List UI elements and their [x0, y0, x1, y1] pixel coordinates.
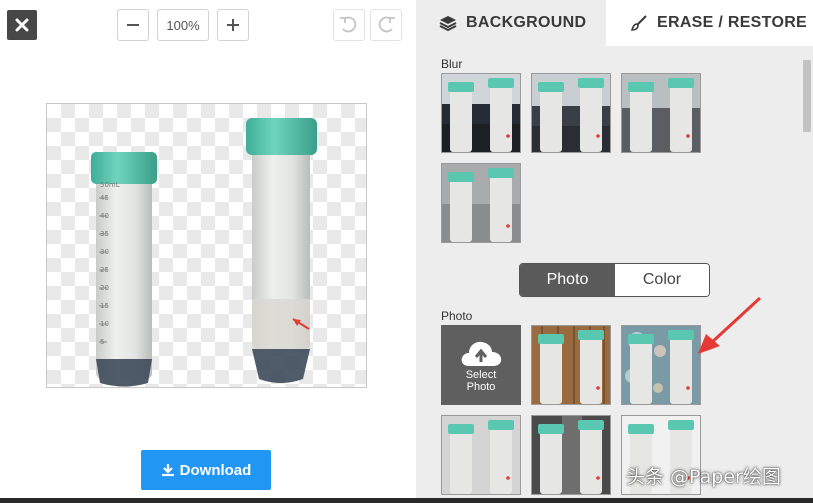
- undo-button[interactable]: [333, 9, 365, 41]
- scale-label: 35: [100, 230, 109, 238]
- photo-option-dark[interactable]: [531, 415, 611, 495]
- brush-icon: [630, 15, 647, 31]
- plus-icon: [227, 19, 239, 31]
- tab-erase-restore[interactable]: ERASE / RESTORE: [606, 0, 813, 46]
- download-icon: [161, 464, 174, 477]
- zoom-out-button[interactable]: [117, 9, 149, 41]
- select-photo-label-line1: Select: [465, 369, 497, 381]
- scale-label: 50mL: [100, 181, 120, 189]
- zoom-in-button[interactable]: [217, 9, 249, 41]
- blur-option-low[interactable]: [531, 73, 611, 153]
- toggle-photo[interactable]: Photo: [520, 264, 615, 296]
- tab-background[interactable]: BACKGROUND: [416, 0, 606, 46]
- bottom-bar: [0, 498, 813, 503]
- select-photo-button[interactable]: Select Photo: [441, 325, 521, 405]
- select-photo-label-line2: Photo: [466, 381, 496, 393]
- tab-background-label: BACKGROUND: [466, 14, 587, 31]
- download-label: Download: [179, 461, 252, 479]
- tube-large: [246, 118, 317, 383]
- photo-option-gray[interactable]: [441, 415, 521, 495]
- undo-icon: [340, 16, 357, 33]
- scale-label: 45: [100, 194, 109, 202]
- annotation-arrow: [698, 296, 762, 354]
- tubes-image: 50mL 45 40 35 30 25 20 15 10 5: [91, 118, 317, 387]
- scale-label: 10: [100, 320, 109, 328]
- photo-option-bokeh[interactable]: [621, 325, 701, 405]
- zoom-level: 100%: [157, 9, 209, 41]
- minus-icon: [127, 24, 139, 26]
- watermark: 头条 @Paper绘图: [626, 466, 781, 488]
- scale-label: 25: [100, 266, 109, 274]
- photo-section-label: Photo: [441, 309, 473, 323]
- image-canvas[interactable]: 50mL 45 40 35 30 25 20 15 10 5: [46, 103, 367, 388]
- layers-icon: [439, 16, 457, 32]
- close-icon: [15, 18, 29, 32]
- cloud-upload-icon: [461, 341, 502, 366]
- tube-small: 50mL 45 40 35 30 25 20 15 10 5: [91, 152, 157, 387]
- background-panel: BACKGROUND ERASE / RESTORE Blur Photo Co…: [416, 0, 813, 503]
- blur-option-medium[interactable]: [621, 73, 701, 153]
- photo-color-toggle: Photo Color: [519, 263, 710, 297]
- close-button[interactable]: [7, 10, 37, 40]
- scale-label: 20: [100, 284, 109, 292]
- scale-label: 40: [100, 212, 109, 220]
- blur-option-high[interactable]: [441, 163, 521, 243]
- photo-option-wood[interactable]: [531, 325, 611, 405]
- toggle-color[interactable]: Color: [615, 264, 709, 296]
- blur-option-none[interactable]: [441, 73, 521, 153]
- tab-erase-label: ERASE / RESTORE: [657, 14, 808, 31]
- scale-label: 30: [100, 248, 109, 256]
- scale-label: 5: [100, 338, 104, 346]
- blur-section-label: Blur: [441, 57, 463, 71]
- editor-area: 100% 50mL 45 40 35 30 25 20 15 10 5 Down…: [0, 0, 416, 503]
- redo-button[interactable]: [370, 9, 402, 41]
- scrollbar-thumb[interactable]: [803, 60, 811, 132]
- redo-icon: [378, 16, 395, 33]
- scale-label: 15: [100, 302, 109, 310]
- download-button[interactable]: Download: [141, 450, 271, 490]
